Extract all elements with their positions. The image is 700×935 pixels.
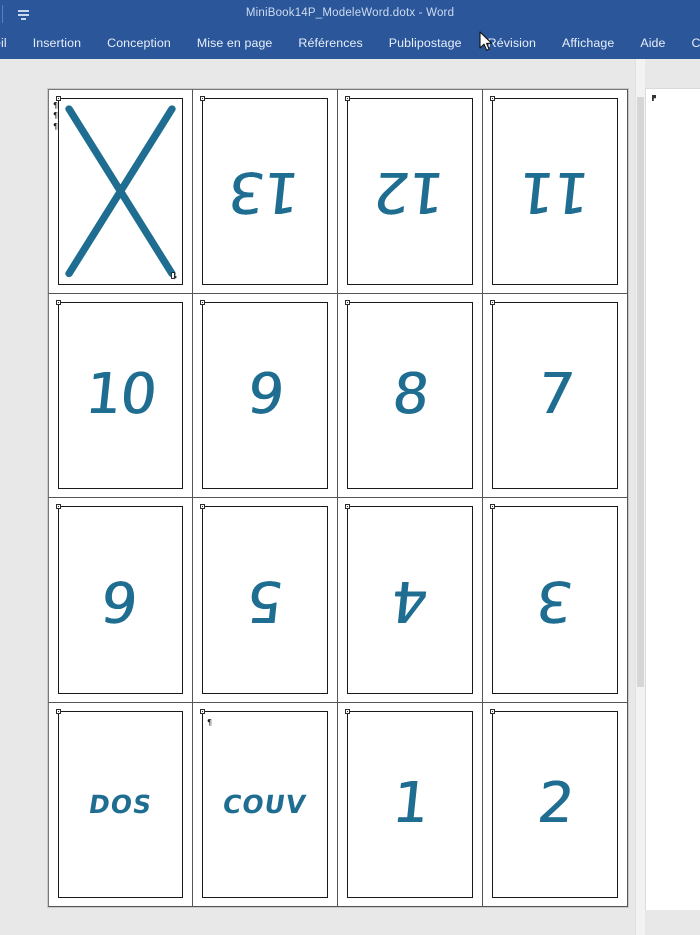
tab-revision[interactable]: Révision xyxy=(475,28,549,59)
tab-mise-en-page[interactable]: Mise en page xyxy=(184,28,286,59)
document-page-11[interactable]: 4 xyxy=(338,498,483,703)
page-text-frame xyxy=(492,98,618,285)
frame-corner-handle-icon[interactable] xyxy=(490,96,495,101)
page-text-frame xyxy=(347,301,473,489)
ribbon-tab-strip[interactable]: eil Insertion Conception Mise en page Ré… xyxy=(0,28,700,59)
page-text-frame xyxy=(492,301,618,489)
paragraph-mark-icon xyxy=(652,95,656,101)
tab-insertion[interactable]: Insertion xyxy=(20,28,94,59)
frame-corner-handle-icon[interactable] xyxy=(200,504,205,509)
tab-aide[interactable]: Aide xyxy=(627,28,678,59)
page-text-frame xyxy=(202,98,328,285)
page-text-frame xyxy=(58,710,183,898)
page-text-frame xyxy=(347,506,473,694)
document-page-3[interactable]: 12 xyxy=(338,89,483,294)
page-text-frame xyxy=(58,506,183,694)
adjacent-page-pane[interactable] xyxy=(645,88,700,910)
document-page-12[interactable]: 3 xyxy=(483,498,628,703)
paragraph-mark-icon: ¶ xyxy=(207,717,213,727)
frame-corner-handle-icon[interactable] xyxy=(490,708,495,714)
document-page-4[interactable]: 11 xyxy=(483,89,628,294)
frame-corner-handle-icon[interactable] xyxy=(56,299,61,305)
page-text-frame xyxy=(58,301,183,489)
vertical-scroll-thumb[interactable] xyxy=(637,97,644,687)
page-text-frame xyxy=(58,98,183,285)
document-page-10[interactable]: 5 xyxy=(193,498,338,703)
frame-corner-handle-icon[interactable] xyxy=(200,299,205,305)
document-page-8[interactable]: 7 xyxy=(483,293,628,498)
page-text-frame xyxy=(347,98,473,285)
tab-creation[interactable]: Création xyxy=(679,28,700,59)
frame-corner-handle-icon[interactable] xyxy=(345,299,350,305)
document-page-16[interactable]: 2 xyxy=(483,702,628,907)
tab-publipostage[interactable]: Publipostage xyxy=(376,28,475,59)
object-resize-grip-icon[interactable] xyxy=(171,271,178,281)
tab-accueil[interactable]: eil xyxy=(0,28,20,59)
document-page-2[interactable]: 13 xyxy=(193,89,338,294)
frame-corner-handle-icon[interactable] xyxy=(345,708,350,714)
multi-page-sheet[interactable]: ¶ ¶ ¶ 13 12 11 10 9 8 7 6 5 4 3 DOS COUV ¶ 1 2 xyxy=(47,88,629,908)
document-canvas[interactable]: ¶ ¶ ¶ 13 12 11 10 9 8 7 6 5 4 3 DOS COUV ¶ 1 2 xyxy=(0,59,700,935)
paragraph-mark-icon-3: ¶ xyxy=(53,122,59,131)
tab-references[interactable]: Références xyxy=(285,28,375,59)
document-page-6[interactable]: 9 xyxy=(193,293,338,498)
frame-corner-handle-icon[interactable] xyxy=(345,96,350,101)
document-page-5[interactable]: 10 xyxy=(48,293,193,498)
document-page-14[interactable]: COUV ¶ xyxy=(193,702,338,907)
frame-corner-handle-icon[interactable] xyxy=(200,96,205,101)
frame-corner-handle-icon[interactable] xyxy=(490,299,495,305)
tab-affichage[interactable]: Affichage xyxy=(549,28,627,59)
page-text-frame xyxy=(202,506,328,694)
title-bar: MiniBook14P_ModeleWord.dotx - Word xyxy=(0,0,700,28)
frame-corner-handle-icon[interactable] xyxy=(490,504,495,509)
paragraph-mark-icon-1: ¶ xyxy=(53,101,59,110)
document-page-13[interactable]: DOS xyxy=(48,702,193,907)
page-grid: ¶ ¶ ¶ 13 12 11 10 9 8 7 6 5 4 3 DOS COUV ¶ 1 2 xyxy=(48,89,628,907)
frame-corner-handle-icon[interactable] xyxy=(56,504,61,509)
page-text-frame xyxy=(202,301,328,489)
frame-corner-handle-icon[interactable] xyxy=(200,708,205,714)
frame-corner-handle-icon[interactable] xyxy=(56,708,61,714)
word-application-window: MiniBook14P_ModeleWord.dotx - Word eil I… xyxy=(0,0,700,935)
document-page-15[interactable]: 1 xyxy=(338,702,483,907)
page-text-frame xyxy=(202,710,328,898)
page-text-frame xyxy=(347,710,473,898)
document-page-7[interactable]: 8 xyxy=(338,293,483,498)
page-text-frame xyxy=(492,506,618,694)
tab-conception[interactable]: Conception xyxy=(94,28,184,59)
page-text-frame xyxy=(492,710,618,898)
frame-corner-handle-icon[interactable] xyxy=(345,504,350,509)
window-title: MiniBook14P_ModeleWord.dotx - Word xyxy=(245,7,455,19)
document-page-1[interactable]: ¶ ¶ ¶ xyxy=(48,89,193,294)
paragraph-mark-icon-2: ¶ xyxy=(53,111,59,120)
vertical-scrollbar[interactable] xyxy=(635,59,645,935)
document-page-9[interactable]: 6 xyxy=(48,498,193,703)
